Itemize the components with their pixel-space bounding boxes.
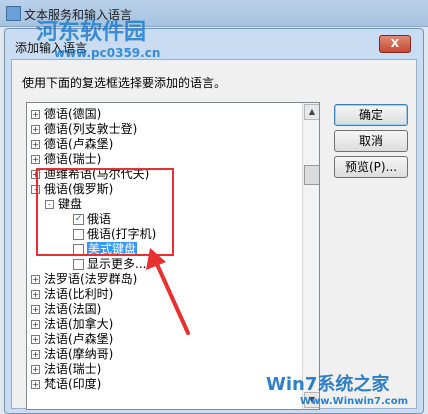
watermark-url-bottom: Www.Winwin7.com bbox=[300, 396, 409, 407]
watermark-url-top: www.pc0359.cn bbox=[54, 46, 161, 60]
annotation-arrow-icon bbox=[146, 248, 190, 335]
watermark-brand-bottom: Win7系统之家 bbox=[266, 374, 390, 395]
watermark-brand-top: 河东软件园 bbox=[36, 20, 147, 45]
